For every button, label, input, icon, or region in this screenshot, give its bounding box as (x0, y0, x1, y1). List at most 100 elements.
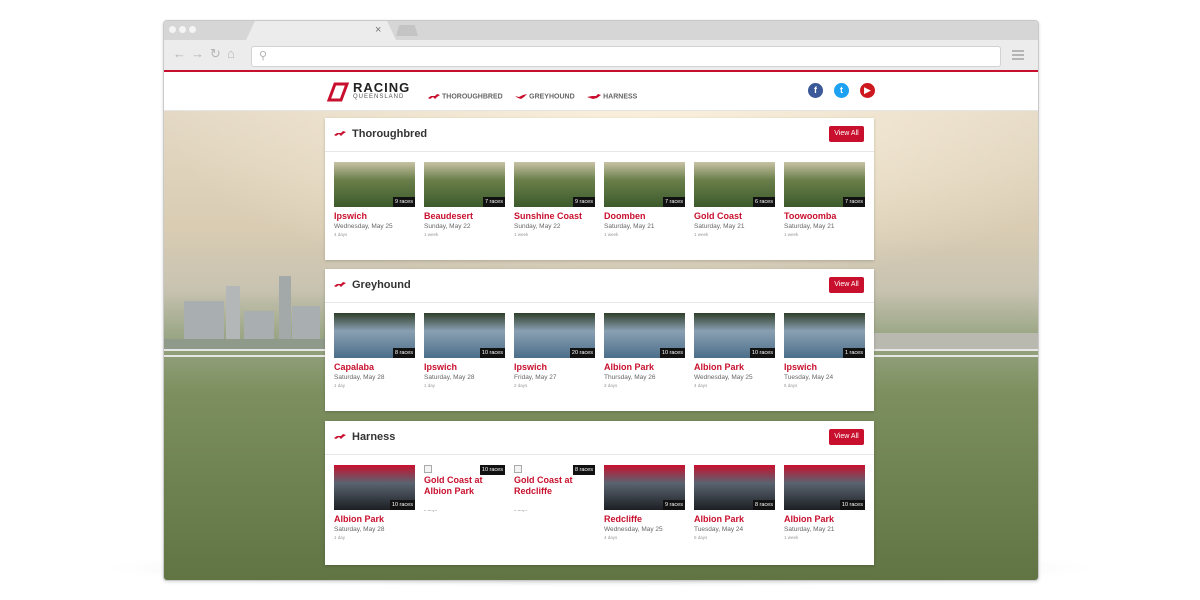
meeting-thumbnail[interactable]: 9 races (514, 162, 595, 207)
meeting-venue[interactable]: Ipswich (514, 362, 596, 373)
meeting-venue[interactable]: Gold Coast at Albion Park (424, 475, 506, 497)
meeting-card[interactable]: 7 races Toowoomba Saturday, May 21 1 week (784, 162, 866, 237)
meeting-venue[interactable]: Albion Park (604, 362, 686, 373)
meeting-date: Saturday, May 28 (334, 526, 385, 533)
meeting-age: 1 day (334, 535, 346, 540)
forward-icon[interactable]: → (191, 46, 204, 62)
meeting-venue[interactable]: Beaudesert (424, 211, 506, 222)
reload-icon[interactable]: ↻ (210, 46, 221, 62)
meeting-venue[interactable]: Albion Park (334, 514, 416, 525)
tab-close-icon[interactable]: × (375, 24, 381, 36)
meeting-venue[interactable]: Sunshine Coast (514, 211, 596, 222)
meeting-thumbnail[interactable]: 20 races (514, 313, 595, 358)
logo-text-main: RACING (353, 80, 411, 95)
section-title: Greyhound (352, 279, 411, 291)
meeting-date: Friday, May 27 (514, 374, 557, 381)
section-title: Harness (352, 431, 396, 443)
meeting-card[interactable]: 8 races Albion Park Tuesday, May 24 5 days (694, 465, 776, 540)
meeting-card[interactable]: 10 races Albion Park Wednesday, May 25 4 da… (694, 313, 776, 388)
nav-thoroughbred[interactable]: THOROUGHBRED (428, 93, 503, 100)
meeting-card[interactable]: 10 races Albion Park Saturday, May 28 1 day (334, 465, 416, 540)
meeting-card[interactable]: 10 racesGold Coast at Albion ParkFriday,… (424, 465, 506, 512)
meeting-thumbnail[interactable]: 9 races (604, 465, 685, 510)
site-header: RACING QUEENSLAND THOROUGHBRED GREYHOUND… (164, 72, 1038, 111)
meeting-card[interactable]: 8 races Capalaba Saturday, May 28 1 day (334, 313, 416, 388)
meeting-date: Saturday, May 21 (694, 223, 745, 230)
window-dot-minimize[interactable] (179, 26, 186, 33)
meeting-card[interactable]: 9 races Sunshine Coast Sunday, May 22 1 wee… (514, 162, 596, 237)
race-count-badge: 8 races (392, 348, 415, 358)
meeting-venue[interactable]: Redcliffe (604, 514, 686, 525)
window-dot-close[interactable] (169, 26, 176, 33)
meeting-age: 5 days (784, 383, 798, 388)
meeting-thumbnail[interactable]: 10 races (604, 313, 685, 358)
section-header: Harness View All (325, 421, 874, 455)
meeting-card[interactable]: 10 races Albion Park Thursday, May 26 3 day… (604, 313, 686, 388)
home-icon[interactable]: ⌂ (227, 46, 235, 62)
rq-logo-icon (326, 82, 350, 102)
racing-queensland-logo[interactable]: RACING QUEENSLAND (325, 80, 415, 104)
meeting-thumbnail[interactable]: 9 races (334, 162, 415, 207)
meeting-card[interactable]: 9 races Redcliffe Wednesday, May 25 4 days (604, 465, 686, 540)
meeting-venue[interactable]: Albion Park (694, 514, 776, 525)
meeting-thumbnail[interactable]: 10 races (424, 313, 505, 358)
view-all-button[interactable]: View All (829, 429, 864, 445)
meeting-card[interactable]: 7 races Doomben Saturday, May 21 1 week (604, 162, 686, 237)
meeting-thumbnail[interactable]: 10 races (334, 465, 415, 510)
race-count-badge: 7 races (662, 197, 685, 207)
section-greyhound: Greyhound View All 8 races Capalaba Saturday… (325, 269, 874, 411)
new-tab-button[interactable] (396, 25, 418, 36)
meeting-card[interactable]: 10 races Albion Park Saturday, May 21 1 wee… (784, 465, 866, 540)
meeting-thumbnail[interactable]: 7 races (424, 162, 505, 207)
meeting-thumbnail[interactable]: 8 races (334, 313, 415, 358)
tab-bar: × (164, 21, 1038, 40)
nav-greyhound[interactable]: GREYHOUND (515, 93, 575, 100)
youtube-icon[interactable]: ▶ (860, 83, 875, 98)
meeting-card[interactable]: 6 races Gold Coast Saturday, May 21 1 week (694, 162, 776, 237)
view-all-button[interactable]: View All (829, 277, 864, 293)
meeting-date: Sunday, May 22 (514, 223, 561, 230)
meeting-venue[interactable]: Albion Park (694, 362, 776, 373)
twitter-icon[interactable]: t (834, 83, 849, 98)
meeting-card[interactable]: 20 races Ipswich Friday, May 27 2 days (514, 313, 596, 388)
back-icon[interactable]: ← (173, 46, 186, 62)
meeting-card[interactable]: 8 racesGold Coast at RedcliffeThursday, … (514, 465, 596, 512)
meeting-card[interactable]: 10 races Ipswich Saturday, May 28 1 day (424, 313, 506, 388)
meeting-venue[interactable]: Ipswich (784, 362, 866, 373)
meeting-thumbnail[interactable]: 7 races (784, 162, 865, 207)
facebook-icon[interactable]: f (808, 83, 823, 98)
meeting-venue[interactable]: Capalaba (334, 362, 416, 373)
meeting-venue[interactable]: Ipswich (334, 211, 416, 222)
meeting-card[interactable]: 7 races Beaudesert Sunday, May 22 1 week (424, 162, 506, 237)
section-thoroughbred: Thoroughbred View All 9 races Ipswich Wednes… (325, 118, 874, 260)
meeting-age: 1 week (694, 232, 709, 237)
race-count-badge: 9 races (392, 197, 415, 207)
nav-harness[interactable]: HARNESS (587, 93, 637, 100)
meeting-thumbnail[interactable]: 1 races (784, 313, 865, 358)
meeting-venue[interactable]: Albion Park (784, 514, 866, 525)
meeting-thumbnail[interactable]: 8 races (694, 465, 775, 510)
window-dot-maximize[interactable] (189, 26, 196, 33)
meeting-venue[interactable]: Gold Coast (694, 211, 776, 222)
meeting-venue[interactable]: Ipswich (424, 362, 506, 373)
meeting-thumbnail[interactable]: 6 races (694, 162, 775, 207)
logo-text-sub: QUEENSLAND (353, 94, 405, 100)
main-nav: THOROUGHBRED GREYHOUND HARNESS (428, 85, 645, 103)
meeting-thumbnail[interactable]: 10 races (694, 313, 775, 358)
meeting-thumbnail[interactable]: 7 races (604, 162, 685, 207)
meeting-thumbnail[interactable]: 10 races (784, 465, 865, 510)
meeting-venue[interactable]: Toowoomba (784, 211, 866, 222)
race-count-badge: 10 races (479, 348, 505, 358)
meeting-venue[interactable]: Gold Coast at Redcliffe (514, 475, 596, 497)
meeting-venue[interactable]: Doomben (604, 211, 686, 222)
meeting-card[interactable]: 1 races Ipswich Tuesday, May 24 5 days (784, 313, 866, 388)
meeting-card[interactable]: 9 races Ipswich Wednesday, May 25 4 days (334, 162, 416, 237)
hamburger-menu-icon[interactable] (1012, 50, 1024, 60)
meeting-age: 1 week (424, 232, 439, 237)
meeting-age: 1 week (514, 232, 529, 237)
meeting-date: Saturday, May 28 (424, 374, 475, 381)
address-bar[interactable]: ⚲ (251, 46, 1001, 67)
harness-icon (587, 93, 602, 99)
view-all-button[interactable]: View All (829, 126, 864, 142)
browser-tab[interactable] (246, 21, 396, 40)
